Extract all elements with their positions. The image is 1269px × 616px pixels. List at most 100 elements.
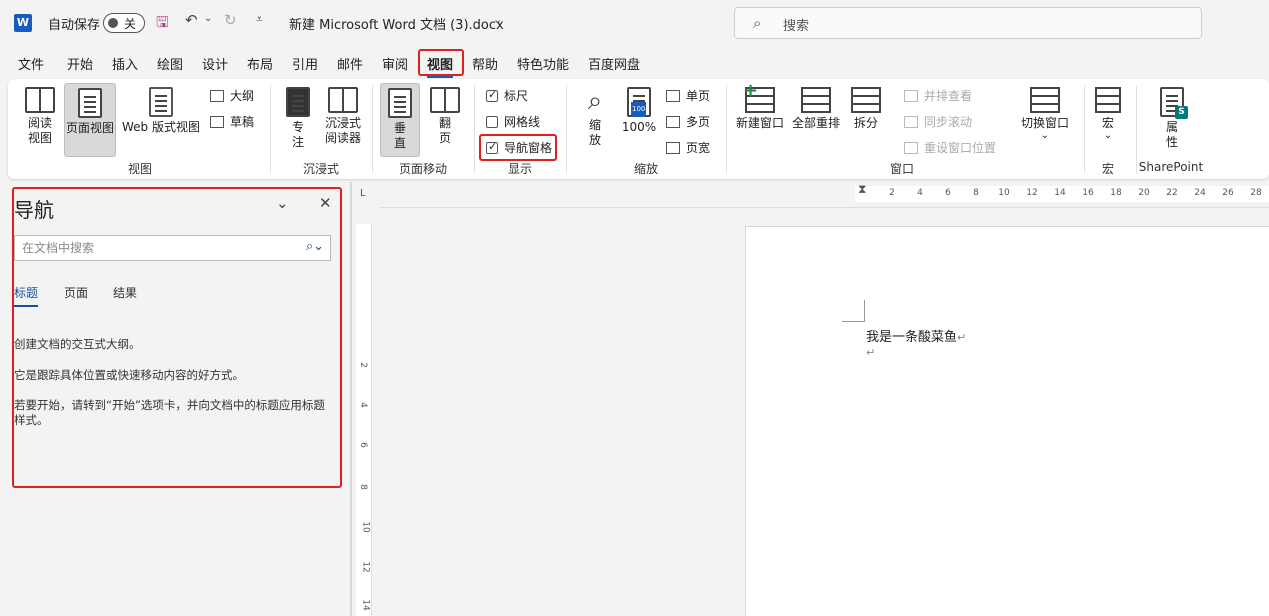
document-paragraph[interactable]: 我是一条酸菜鱼↵ <box>866 326 966 345</box>
highlight-box-view-tab <box>418 49 464 76</box>
sharepoint-group-label: SharePoint <box>1138 160 1204 174</box>
tab-review[interactable]: 审阅 <box>382 54 408 73</box>
margin-corner-mark <box>864 300 865 322</box>
show-group-label: 显示 <box>507 162 533 176</box>
print-layout-label: 页面视图 <box>65 121 114 135</box>
arrange-all-icon <box>801 87 831 113</box>
autosave-label: 自动保存 <box>48 18 101 33</box>
switch-windows-button[interactable]: 切换窗口 ⌄ <box>1014 87 1076 141</box>
macros-icon <box>1095 87 1121 113</box>
indent-marker-icon[interactable]: ⧗ <box>858 182 866 197</box>
ruler-tick: 12 <box>1026 188 1038 198</box>
search-box[interactable]: ⌕ 搜索 <box>734 7 1202 39</box>
tab-references[interactable]: 引用 <box>292 54 318 73</box>
separator <box>474 85 475 173</box>
tab-selector[interactable]: L <box>360 188 366 199</box>
tab-insert[interactable]: 插入 <box>112 54 138 73</box>
new-window-label: 新建窗口 <box>735 116 784 130</box>
document-title[interactable]: 新建 Microsoft Word 文档 (3).docx <box>289 14 504 33</box>
tab-home[interactable]: 开始 <box>67 54 93 73</box>
macros-dropdown-icon: ⌄ <box>1103 130 1113 141</box>
document-page[interactable] <box>745 226 1269 616</box>
menu-bar: 文件 开始 插入 绘图 设计 布局 引用 邮件 审阅 视图 帮助 特色功能 百度… <box>0 48 1269 78</box>
pane-divider[interactable] <box>350 182 352 616</box>
outline-button[interactable]: 大纲 <box>210 87 254 104</box>
zoom-100-button[interactable]: 100 100% <box>620 87 658 135</box>
focus-button[interactable]: 专 注 <box>282 87 314 150</box>
tab-layout[interactable]: 布局 <box>247 54 273 73</box>
undo-icon[interactable]: ↶ <box>185 11 198 29</box>
zoom-magnifier-icon: ⌕ <box>587 86 603 116</box>
zoom-label: 缩 放 <box>588 118 601 147</box>
multiple-pages-label: 多页 <box>686 115 711 129</box>
draft-icon <box>210 115 224 128</box>
ruler-tick: 10 <box>998 188 1010 198</box>
view-side-by-side-label: 并排查看 <box>924 89 973 103</box>
autosave-toggle[interactable]: 关 <box>103 13 145 33</box>
multiple-pages-button[interactable]: 多页 <box>666 113 710 130</box>
one-page-icon <box>666 89 680 102</box>
one-page-button[interactable]: 单页 <box>666 87 710 104</box>
vertical-button[interactable]: 垂 直 <box>380 83 420 157</box>
draft-button[interactable]: 草稿 <box>210 113 254 130</box>
properties-icon: S <box>1160 87 1188 119</box>
properties-button[interactable]: S 属 性 <box>1156 87 1188 150</box>
tab-help[interactable]: 帮助 <box>472 54 498 73</box>
window-group-label: 窗口 <box>889 162 915 176</box>
zoom-100-label: 100% <box>621 120 657 134</box>
redo-icon[interactable]: ↻ <box>224 11 237 29</box>
ruler-tick: 28 <box>1250 188 1262 198</box>
tab-special-features[interactable]: 特色功能 <box>517 54 569 73</box>
zoom-button[interactable]: ⌕ 缩 放 <box>578 87 612 148</box>
save-icon[interactable]: 🖫 <box>156 12 169 37</box>
highlight-box-nav-pane <box>479 134 557 161</box>
ruler-tick: 22 <box>1166 188 1178 198</box>
view-side-by-side-button[interactable]: 并排查看 <box>904 87 972 104</box>
ruler-tick: 18 <box>1110 188 1122 198</box>
tab-draw[interactable]: 绘图 <box>157 54 183 73</box>
gridlines-checkbox[interactable]: 网格线 <box>486 113 540 130</box>
draft-label: 草稿 <box>230 115 255 129</box>
tab-mailings[interactable]: 邮件 <box>337 54 363 73</box>
gridlines-check-icon <box>486 115 498 128</box>
print-layout-button[interactable]: 页面视图 <box>64 83 116 157</box>
separator <box>270 85 271 173</box>
ruler-check-icon <box>486 88 498 102</box>
arrange-all-button[interactable]: 全部重排 <box>790 87 842 131</box>
tab-file[interactable]: 文件 <box>18 54 44 73</box>
word-logo-icon: W <box>14 14 32 32</box>
page-width-icon <box>666 141 680 154</box>
read-mode-label: 阅读 视图 <box>27 116 52 145</box>
new-window-icon: + <box>743 82 775 113</box>
web-layout-button[interactable]: Web 版式视图 <box>120 87 202 135</box>
reset-window-position-button[interactable]: 重设窗口位置 <box>904 139 996 156</box>
undo-dropdown-icon[interactable]: ⌄ <box>204 13 212 24</box>
macros-group-label: 宏 <box>1101 162 1115 176</box>
ruler-label: 标尺 <box>504 89 529 103</box>
title-dropdown-icon[interactable]: ⌄ <box>493 13 502 26</box>
macros-button[interactable]: 宏 ⌄ <box>1092 87 1124 141</box>
ruler-checkbox[interactable]: 标尺 <box>486 87 528 104</box>
margin-corner-mark <box>842 321 864 322</box>
ruler-tick: 14 <box>360 599 371 611</box>
vertical-ruler[interactable] <box>356 224 372 616</box>
ruler-tick: 10 <box>360 521 371 533</box>
ruler-tick: 2 <box>357 362 368 368</box>
document-text: 我是一条酸菜鱼 <box>866 330 958 345</box>
immersive-reader-button[interactable]: 沉浸式 阅读器 <box>320 87 366 146</box>
customize-quick-access-icon[interactable]: ⩡ <box>256 12 263 27</box>
ruler-tick: 4 <box>917 188 923 198</box>
switch-windows-icon <box>1030 87 1060 113</box>
sync-scroll-button[interactable]: 同步滚动 <box>904 113 972 130</box>
tab-design[interactable]: 设计 <box>202 54 228 73</box>
page-width-button[interactable]: 页宽 <box>666 139 710 156</box>
read-mode-button[interactable]: 阅读 视图 <box>22 87 58 146</box>
search-placeholder: 搜索 <box>783 19 810 34</box>
separator <box>372 85 373 173</box>
side-to-side-button[interactable]: 翻 页 <box>426 87 464 146</box>
focus-label: 专 注 <box>291 120 304 149</box>
ruler-tick: 8 <box>973 188 979 198</box>
split-button[interactable]: 拆分 <box>846 87 886 131</box>
new-window-button[interactable]: + 新建窗口 <box>734 82 786 131</box>
tab-baidu-netdisk[interactable]: 百度网盘 <box>588 54 640 73</box>
